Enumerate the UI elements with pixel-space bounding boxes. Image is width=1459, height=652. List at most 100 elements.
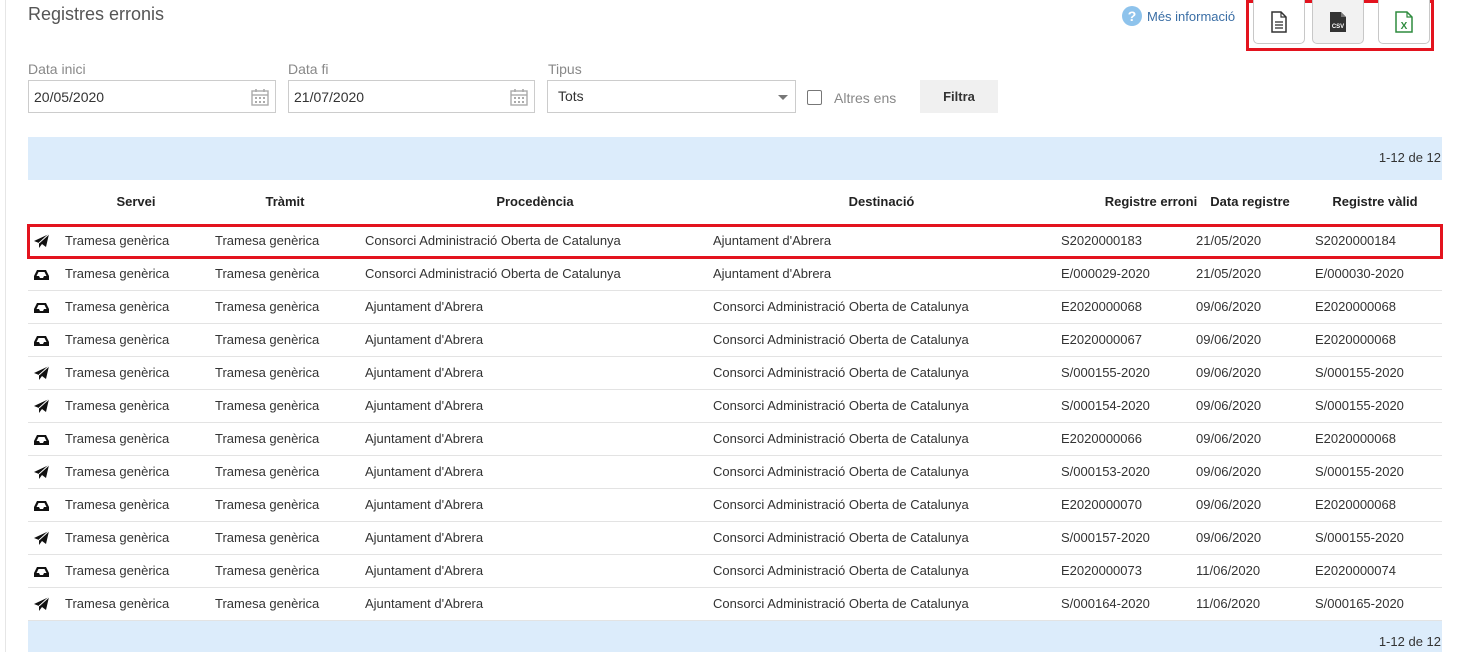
pdf-export-button[interactable]: [1253, 0, 1305, 44]
cell-registre-erroni: E/000029-2020: [1061, 266, 1150, 281]
cell-registre-valid: S/000155-2020: [1315, 530, 1404, 545]
send-icon: [34, 530, 50, 545]
more-info-link[interactable]: ? Més informació: [1122, 6, 1235, 26]
end-date-label: Data fi: [288, 61, 329, 77]
table-row[interactable]: Tramesa genèrica Tramesa genèrica Ajuntame…: [28, 291, 1442, 324]
cell-destinacio: Ajuntament d'Abrera: [713, 266, 832, 281]
csv-icon: CSV: [1330, 11, 1346, 32]
cell-tramit: Tramesa genèrica: [215, 266, 320, 281]
start-date-field[interactable]: 20/05/2020: [28, 80, 276, 113]
export-buttons-highlight: CSV X: [1246, 0, 1434, 51]
inbox-icon: [34, 270, 49, 280]
cell-destinacio: Consorci Administració Oberta de Catalun…: [713, 398, 969, 413]
filter-button[interactable]: Filtra: [920, 80, 998, 113]
column-header-registre-valid[interactable]: Registre vàlid: [1311, 194, 1439, 209]
cell-registre-erroni: E2020000073: [1061, 563, 1142, 578]
other-entities-checkbox[interactable]: [807, 90, 822, 105]
cell-registre-valid: E2020000068: [1315, 299, 1396, 314]
cell-data-registre: 09/06/2020: [1196, 530, 1262, 545]
cell-procedencia: Consorci Administració Oberta de Catalun…: [365, 233, 621, 248]
cell-tramit: Tramesa genèrica: [215, 299, 320, 314]
column-header-destinacio[interactable]: Destinació: [713, 194, 1050, 209]
cell-registre-valid: S/000155-2020: [1315, 398, 1404, 413]
start-date-label: Data inici: [28, 61, 86, 77]
table-row[interactable]: Tramesa genèrica Tramesa genèrica Ajuntame…: [28, 324, 1442, 357]
document-icon: [1271, 10, 1287, 33]
cell-data-registre: 21/05/2020: [1196, 233, 1262, 248]
cell-registre-erroni: S/000155-2020: [1061, 365, 1150, 380]
calendar-icon[interactable]: [510, 88, 528, 106]
end-date-value: 21/07/2020: [294, 89, 365, 105]
pagination-top: 1-12 de 12: [28, 137, 1442, 180]
page-title: Registres erronis: [28, 4, 165, 24]
cell-tramit: Tramesa genèrica: [215, 365, 320, 380]
table-row[interactable]: Tramesa genèrica Tramesa genèrica Ajuntame…: [28, 588, 1442, 621]
help-circle-icon: ?: [1122, 6, 1142, 26]
cell-data-registre: 11/06/2020: [1196, 563, 1261, 578]
cell-registre-erroni: E2020000070: [1061, 497, 1142, 512]
table-row[interactable]: Tramesa genèrica Tramesa genèrica Ajuntame…: [28, 357, 1442, 390]
table-row[interactable]: Tramesa genèrica Tramesa genèrica Ajuntame…: [28, 555, 1442, 588]
cell-registre-valid: E2020000074: [1315, 563, 1396, 578]
cell-servei: Tramesa genèrica: [65, 431, 170, 446]
cell-data-registre: 09/06/2020: [1196, 497, 1262, 512]
table-row[interactable]: Tramesa genèrica Tramesa genèrica Consorci…: [28, 258, 1442, 291]
cell-data-registre: 11/06/2020: [1196, 596, 1261, 611]
inbox-icon: [34, 567, 49, 577]
table-row-highlighted[interactable]: Tramesa genèrica Tramesa genèrica Consorci…: [27, 224, 1443, 259]
type-select-value: Tots: [558, 88, 584, 104]
inbox-icon: [34, 435, 49, 445]
cell-registre-erroni: E2020000066: [1061, 431, 1142, 446]
page-left-border: [5, 0, 6, 652]
send-icon: [34, 233, 50, 248]
cell-registre-valid: E2020000068: [1315, 431, 1396, 446]
cell-destinacio: Consorci Administració Oberta de Catalun…: [713, 530, 969, 545]
type-select[interactable]: Tots: [547, 80, 796, 113]
other-entities-label: Altres ens: [834, 90, 897, 106]
cell-servei: Tramesa genèrica: [65, 332, 170, 347]
pagination-label: 1-12 de 12: [1378, 150, 1441, 165]
cell-destinacio: Consorci Administració Oberta de Catalun…: [713, 497, 969, 512]
excel-export-button[interactable]: X: [1378, 0, 1430, 44]
inbox-icon: [34, 303, 49, 313]
cell-procedencia: Ajuntament d'Abrera: [365, 497, 484, 512]
start-date-value: 20/05/2020: [34, 89, 105, 105]
cell-servei: Tramesa genèrica: [65, 497, 170, 512]
cell-servei: Tramesa genèrica: [65, 398, 170, 413]
column-header-tramit[interactable]: Tràmit: [215, 194, 355, 209]
cell-tramit: Tramesa genèrica: [215, 596, 320, 611]
cell-registre-valid: E/000030-2020: [1315, 266, 1404, 281]
cell-servei: Tramesa genèrica: [65, 365, 170, 380]
cell-tramit: Tramesa genèrica: [215, 233, 320, 248]
svg-text:CSV: CSV: [1332, 24, 1344, 30]
send-icon: [34, 365, 50, 380]
table-row[interactable]: Tramesa genèrica Tramesa genèrica Ajuntame…: [28, 522, 1442, 555]
cell-tramit: Tramesa genèrica: [215, 563, 320, 578]
cell-procedencia: Ajuntament d'Abrera: [365, 464, 484, 479]
cell-data-registre: 09/06/2020: [1196, 464, 1262, 479]
column-header-procedencia[interactable]: Procedència: [365, 194, 705, 209]
end-date-field[interactable]: 21/07/2020: [288, 80, 535, 113]
table-row[interactable]: Tramesa genèrica Tramesa genèrica Ajuntame…: [28, 489, 1442, 522]
table-row[interactable]: Tramesa genèrica Tramesa genèrica Ajuntame…: [28, 456, 1442, 489]
cell-data-registre: 09/06/2020: [1196, 398, 1262, 413]
cell-registre-valid: S2020000184: [1315, 233, 1396, 248]
cell-servei: Tramesa genèrica: [65, 299, 170, 314]
column-header-data-registre[interactable]: Data registre: [1189, 194, 1311, 209]
calendar-icon[interactable]: [251, 88, 269, 106]
column-header-servei[interactable]: Servei: [66, 194, 206, 209]
cell-registre-valid: E2020000068: [1315, 332, 1396, 347]
csv-export-button[interactable]: CSV: [1312, 0, 1364, 44]
pagination-label: 1-12 de 12: [1378, 634, 1441, 649]
table-header: Servei Tràmit Procedència Destinació Reg…: [28, 180, 1442, 225]
inbox-icon: [34, 501, 49, 511]
cell-tramit: Tramesa genèrica: [215, 398, 320, 413]
send-icon: [34, 464, 50, 479]
cell-registre-valid: S/000155-2020: [1315, 365, 1404, 380]
cell-procedencia: Ajuntament d'Abrera: [365, 431, 484, 446]
cell-registre-valid: S/000165-2020: [1315, 596, 1404, 611]
cell-procedencia: Ajuntament d'Abrera: [365, 398, 484, 413]
table-row[interactable]: Tramesa genèrica Tramesa genèrica Ajuntame…: [28, 390, 1442, 423]
send-icon: [34, 596, 50, 611]
table-row[interactable]: Tramesa genèrica Tramesa genèrica Ajuntame…: [28, 423, 1442, 456]
